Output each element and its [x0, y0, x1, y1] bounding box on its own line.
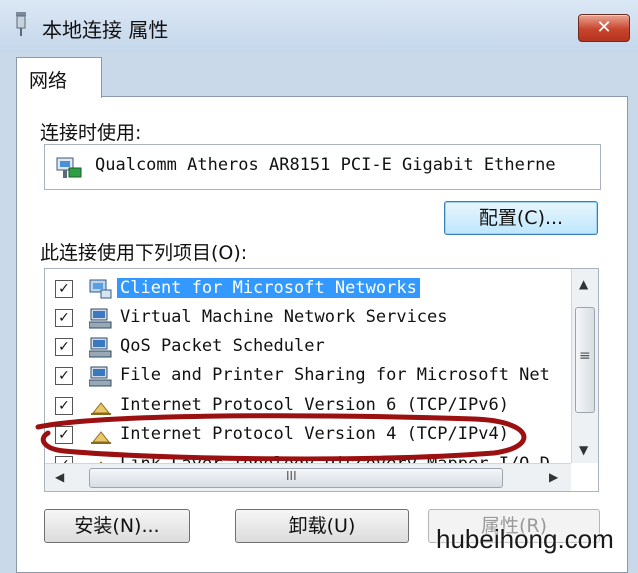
window-title: 本地连接 属性	[42, 18, 169, 42]
network-card-icon	[56, 157, 82, 178]
item-label: QoS Packet Scheduler	[120, 336, 325, 356]
item-label: Internet Protocol Version 6 (TCP/IPv6)	[120, 395, 509, 415]
connect-using-label: 连接时使用:	[40, 122, 142, 144]
scroll-down-icon[interactable]: ▼	[579, 443, 588, 457]
network-service-icon	[89, 337, 112, 358]
tab-network-label: 网络	[29, 70, 68, 92]
network-service-icon	[89, 366, 112, 387]
network-adapter-icon	[16, 12, 26, 36]
scroll-left-icon[interactable]: ◀	[55, 470, 64, 484]
network-client-icon	[89, 279, 112, 299]
watermark: hubeihong.com	[436, 524, 614, 554]
item-label: File and Printer Sharing for Microsoft N…	[120, 365, 550, 385]
item-label: Internet Protocol Version 4 (TCP/IPv4)	[120, 424, 509, 444]
adapter-name: Qualcomm Atheros AR8151 PCI-E Gigabit Et…	[95, 155, 556, 175]
item-label: Virtual Machine Network Services	[120, 307, 448, 327]
tab-network[interactable]: 网络	[16, 57, 102, 98]
protocol-icon	[91, 402, 111, 415]
vertical-scroll-thumb[interactable]: ≡	[575, 307, 595, 413]
vertical-scrollbar[interactable]: ▲ ≡ ▼	[571, 269, 598, 463]
item-checkbox[interactable]: ✓	[55, 309, 73, 327]
item-checkbox[interactable]: ✓	[55, 367, 73, 385]
scroll-right-icon[interactable]: ▶	[549, 470, 558, 484]
list-item[interactable]: ✓ QoS Packet Scheduler	[45, 333, 565, 361]
grip-icon: ≡	[579, 348, 591, 364]
item-checkbox[interactable]: ✓	[55, 338, 73, 356]
list-item[interactable]: ✓ Internet Protocol Version 4 (TCP/IPv4)	[45, 421, 565, 449]
horizontal-scroll-thumb[interactable]: III	[89, 468, 503, 488]
list-item[interactable]: ✓ Virtual Machine Network Services	[45, 304, 565, 332]
protocol-icon	[91, 431, 111, 444]
title-bar: 本地连接 属性 ✕	[0, 0, 638, 52]
item-label: Client for Microsoft Networks	[117, 278, 420, 298]
item-checkbox[interactable]: ✓	[55, 397, 73, 415]
horizontal-scrollbar[interactable]: ◀ III ▶	[45, 463, 571, 491]
adapter-field: Qualcomm Atheros AR8151 PCI-E Gigabit Et…	[44, 144, 601, 190]
configure-button[interactable]: 配置(C)...	[444, 201, 598, 235]
item-checkbox[interactable]: ✓	[55, 426, 73, 444]
grip-icon: III	[286, 469, 297, 483]
list-item[interactable]: ✓ File and Printer Sharing for Microsoft…	[45, 362, 565, 390]
list-item[interactable]: ✓ Client for Microsoft Networks	[45, 275, 565, 303]
uninstall-button[interactable]: 卸载(U)	[235, 509, 409, 543]
scroll-up-icon[interactable]: ▲	[579, 277, 588, 291]
list-item[interactable]: ✓ Internet Protocol Version 6 (TCP/IPv6)	[45, 392, 565, 420]
close-button[interactable]: ✕	[578, 14, 630, 42]
item-checkbox[interactable]: ✓	[55, 280, 73, 298]
items-list[interactable]: ✓ Client for Microsoft Networks ✓ Virtua…	[44, 268, 599, 492]
install-button[interactable]: 安装(N)...	[44, 509, 190, 543]
items-label: 此连接使用下列项目(O):	[40, 242, 248, 264]
network-service-icon	[89, 308, 112, 329]
